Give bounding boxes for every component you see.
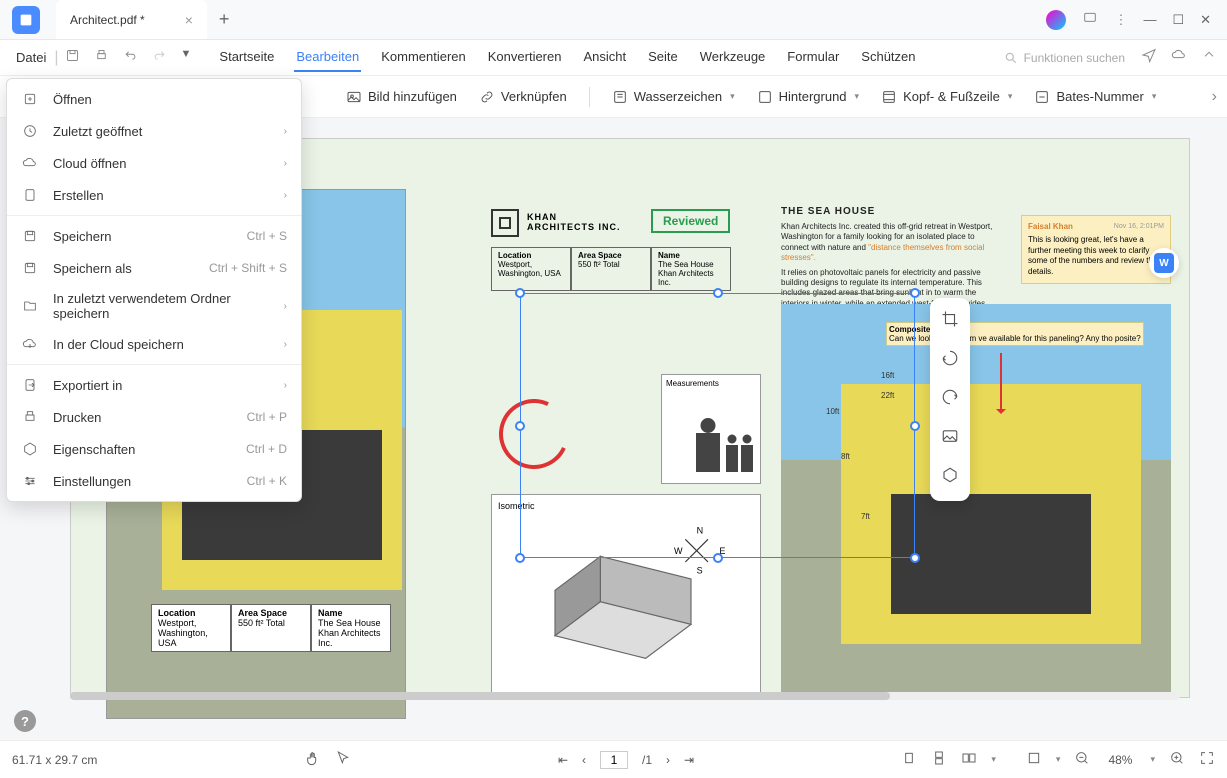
status-bar: 61.71 x 29.7 cm ⇤ ‹ /1 › ⇥ ▾ ▾ 48% ▾ bbox=[0, 740, 1227, 778]
next-page-icon[interactable]: › bbox=[666, 753, 670, 767]
close-tab-icon[interactable]: × bbox=[185, 12, 193, 28]
collapse-ribbon-icon[interactable] bbox=[1201, 47, 1217, 68]
tab-schuetzen[interactable]: Schützen bbox=[859, 43, 917, 72]
view-continuous-icon[interactable] bbox=[931, 750, 947, 769]
page-total: /1 bbox=[642, 753, 652, 767]
zoom-level: 48% bbox=[1108, 753, 1132, 767]
tool-header-footer[interactable]: Kopf- & Fußzeile▾ bbox=[875, 85, 1018, 109]
image-edit-toolbar bbox=[930, 298, 970, 501]
word-export-badge[interactable]: W bbox=[1149, 248, 1179, 278]
menu-save-cloud[interactable]: In der Cloud speichern› bbox=[7, 328, 301, 360]
redo-icon[interactable] bbox=[152, 48, 167, 68]
crop-icon[interactable] bbox=[941, 310, 959, 333]
menu-recent[interactable]: Zuletzt geöffnet› bbox=[7, 115, 301, 147]
tab-werkzeuge[interactable]: Werkzeuge bbox=[698, 43, 768, 72]
tab-bearbeiten[interactable]: Bearbeiten bbox=[294, 43, 361, 72]
zoom-out-icon[interactable] bbox=[1074, 750, 1090, 769]
send-icon[interactable] bbox=[1141, 47, 1157, 68]
ribbon-tabs: Startseite Bearbeiten Kommentieren Konve… bbox=[217, 43, 917, 72]
title-bar: Architect.pdf * × + ⋮ — ☐ ✕ bbox=[0, 0, 1227, 40]
comment-note[interactable]: Faisal KhanNov 16, 2:01PM This is lookin… bbox=[1021, 215, 1171, 284]
reviewed-stamp: Reviewed bbox=[651, 209, 730, 233]
select-tool-icon[interactable] bbox=[335, 750, 351, 769]
svg-text:S: S bbox=[697, 565, 703, 575]
close-window-button[interactable]: ✕ bbox=[1200, 12, 1211, 28]
prev-page-icon[interactable]: ‹ bbox=[582, 753, 586, 767]
menu-export[interactable]: Exportiert in› bbox=[7, 369, 301, 401]
function-search[interactable]: Funktionen suchen bbox=[1004, 51, 1125, 65]
menu-cloud-open[interactable]: Cloud öffnen› bbox=[7, 147, 301, 179]
tab-konvertieren[interactable]: Konvertieren bbox=[486, 43, 564, 72]
page-dimensions: 61.71 x 29.7 cm bbox=[12, 753, 97, 767]
hand-tool-icon[interactable] bbox=[305, 750, 321, 769]
menu-save-recent-folder[interactable]: In zuletzt verwendetem Ordner speichern› bbox=[7, 284, 301, 328]
tool-link[interactable]: Verknüpfen bbox=[473, 85, 573, 109]
mid-info-table: LocationWestport, Washington, USA Area S… bbox=[491, 247, 731, 291]
first-page-icon[interactable]: ⇤ bbox=[558, 753, 568, 767]
rotate-right-icon[interactable] bbox=[941, 388, 959, 411]
tool-add-image[interactable]: Bild hinzufügen bbox=[340, 85, 463, 109]
tab-title: Architect.pdf * bbox=[70, 13, 145, 27]
undo-icon[interactable] bbox=[123, 48, 138, 68]
more-icon[interactable]: ⋮ bbox=[1114, 12, 1127, 28]
tab-ansicht[interactable]: Ansicht bbox=[581, 43, 628, 72]
quick-access-toolbar: ▼ bbox=[65, 48, 192, 68]
tool-watermark[interactable]: Wasserzeichen▾ bbox=[606, 85, 741, 109]
menu-bar: Datei | ▼ Startseite Bearbeiten Kommenti… bbox=[0, 40, 1227, 76]
replace-image-icon[interactable] bbox=[941, 427, 959, 450]
tab-formular[interactable]: Formular bbox=[785, 43, 841, 72]
minimize-button[interactable]: — bbox=[1143, 12, 1156, 27]
left-info-table: LocationWestport, Washington, USA Area S… bbox=[151, 604, 391, 652]
menu-properties[interactable]: EigenschaftenCtrl + D bbox=[7, 433, 301, 465]
menu-print[interactable]: DruckenCtrl + P bbox=[7, 401, 301, 433]
red-arrow-markup[interactable] bbox=[1000, 353, 1002, 413]
tool-bates[interactable]: Bates-Nummer▾ bbox=[1028, 85, 1162, 109]
annotation-composite[interactable]: Composite vs. WoodCan we look into what … bbox=[886, 322, 1144, 346]
menu-settings[interactable]: EinstellungenCtrl + K bbox=[7, 465, 301, 497]
tab-seite[interactable]: Seite bbox=[646, 43, 680, 72]
horizontal-scrollbar[interactable] bbox=[70, 692, 1180, 700]
rotate-left-icon[interactable] bbox=[941, 349, 959, 372]
menu-open[interactable]: Öffnen bbox=[7, 83, 301, 115]
save-icon[interactable] bbox=[65, 48, 80, 68]
fit-width-icon[interactable] bbox=[1026, 750, 1042, 769]
menu-save[interactable]: SpeichernCtrl + S bbox=[7, 220, 301, 252]
app-logo-icon bbox=[12, 6, 40, 34]
menu-save-as[interactable]: Speichern alsCtrl + Shift + S bbox=[7, 252, 301, 284]
qat-dropdown-icon[interactable]: ▼ bbox=[181, 48, 192, 68]
tab-kommentieren[interactable]: Kommentieren bbox=[379, 43, 468, 72]
tab-startseite[interactable]: Startseite bbox=[217, 43, 276, 72]
cloud-upload-icon[interactable] bbox=[1171, 47, 1187, 68]
help-button[interactable]: ? bbox=[14, 710, 36, 732]
view-facing-icon[interactable] bbox=[961, 750, 977, 769]
document-tab[interactable]: Architect.pdf * × bbox=[56, 0, 207, 39]
maximize-button[interactable]: ☐ bbox=[1172, 12, 1184, 28]
last-page-icon[interactable]: ⇥ bbox=[684, 753, 694, 767]
search-placeholder: Funktionen suchen bbox=[1024, 51, 1125, 65]
fullscreen-icon[interactable] bbox=[1199, 750, 1215, 769]
extract-icon[interactable] bbox=[941, 466, 959, 489]
user-avatar-icon[interactable] bbox=[1046, 10, 1066, 30]
page-input[interactable] bbox=[600, 751, 628, 769]
zoom-in-icon[interactable] bbox=[1169, 750, 1185, 769]
menu-create[interactable]: Erstellen› bbox=[7, 179, 301, 211]
print-icon[interactable] bbox=[94, 48, 109, 68]
new-tab-button[interactable]: + bbox=[219, 9, 230, 30]
tool-background[interactable]: Hintergrund▾ bbox=[751, 85, 865, 109]
file-menu-button[interactable]: Datei bbox=[10, 46, 52, 69]
view-single-icon[interactable] bbox=[901, 750, 917, 769]
selection-box[interactable] bbox=[520, 293, 915, 558]
file-dropdown-menu: Öffnen Zuletzt geöffnet› Cloud öffnen› E… bbox=[6, 78, 302, 502]
chat-icon[interactable] bbox=[1082, 10, 1098, 29]
toolbar-scroll-right-icon[interactable]: › bbox=[1212, 88, 1217, 106]
